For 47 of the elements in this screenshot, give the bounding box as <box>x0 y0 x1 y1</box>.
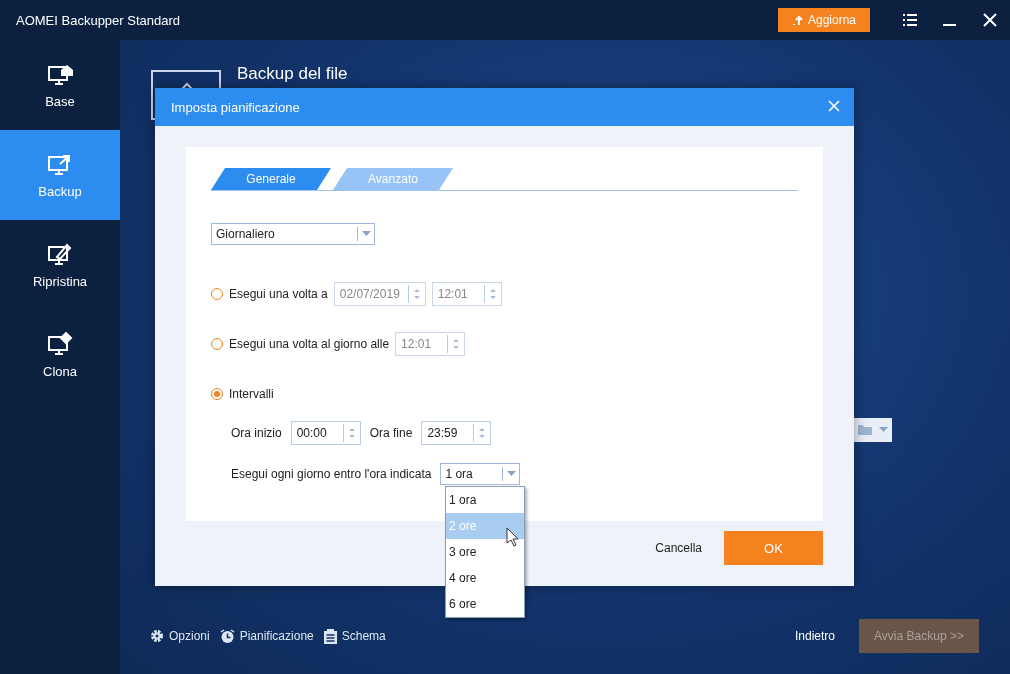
option-label: Intervalli <box>229 387 274 401</box>
sidebar-item[interactable]: Clona <box>0 310 120 400</box>
time-field[interactable]: 12:01 <box>431 282 502 306</box>
spinner-arrows-icon <box>451 336 462 352</box>
page-title: Backup del file <box>237 64 348 84</box>
caret-icon <box>361 231 371 237</box>
radio-button[interactable] <box>211 388 223 400</box>
radio-button[interactable] <box>211 288 223 300</box>
time-field[interactable]: 12:01 <box>395 332 466 356</box>
frequency-dropdown[interactable]: Giornaliero <box>211 223 375 245</box>
window-title: AOMEI Backupper Standard <box>16 12 182 28</box>
spinner-arrows-icon <box>477 425 488 441</box>
dropdown-option[interactable]: 6 ore <box>446 591 524 617</box>
option-label: Esegui una volta a <box>229 287 328 301</box>
back-button[interactable]: Indietro <box>788 628 841 644</box>
upload-arrow-icon <box>791 14 804 26</box>
radio-button[interactable] <box>211 338 223 350</box>
folder-icon <box>857 425 872 435</box>
clipboard-list-icon <box>323 628 337 644</box>
date-field[interactable]: 02/07/2019 <box>333 282 426 306</box>
dropdown-option[interactable]: 4 ore <box>446 565 524 591</box>
sidebar-item[interactable]: Ripristina <box>0 220 120 310</box>
option-label: Esegui una volta al giorno alle <box>229 337 390 351</box>
close-icon[interactable] <box>982 13 998 27</box>
monitor-diamond-icon <box>47 331 73 356</box>
interval-dropdown[interactable]: 1 ora <box>440 463 521 485</box>
field-label: Ora inizio <box>231 426 282 440</box>
folder-browse-button[interactable] <box>854 418 892 442</box>
sidebar-item[interactable]: Base <box>0 40 120 130</box>
field-label: Ora fine <box>369 426 413 440</box>
toolbar-button[interactable]: Pianificazione <box>219 628 314 644</box>
toolbar-button[interactable]: Opzioni <box>150 629 210 643</box>
menu-icon[interactable] <box>902 13 918 27</box>
mouse-cursor-icon <box>506 527 519 547</box>
start-time-field[interactable]: 00:00 <box>290 421 361 445</box>
toolbar-button[interactable]: Schema <box>323 628 386 644</box>
dropdown-option[interactable]: 3 ore <box>446 539 524 565</box>
field-label: Esegui ogni giorno entro l'ora indicata <box>231 467 432 481</box>
alarm-clock-icon <box>219 628 235 644</box>
settings-icon <box>150 629 164 643</box>
end-time-field[interactable]: 23:59 <box>421 421 492 445</box>
monitor-pen-icon <box>47 241 73 266</box>
cancel-button[interactable]: Cancella <box>649 540 708 556</box>
caret-icon <box>879 427 889 433</box>
dropdown-option[interactable]: 1 ora <box>446 487 524 513</box>
caret-icon <box>506 471 516 477</box>
dialog-title: Imposta pianificazione <box>171 99 301 115</box>
